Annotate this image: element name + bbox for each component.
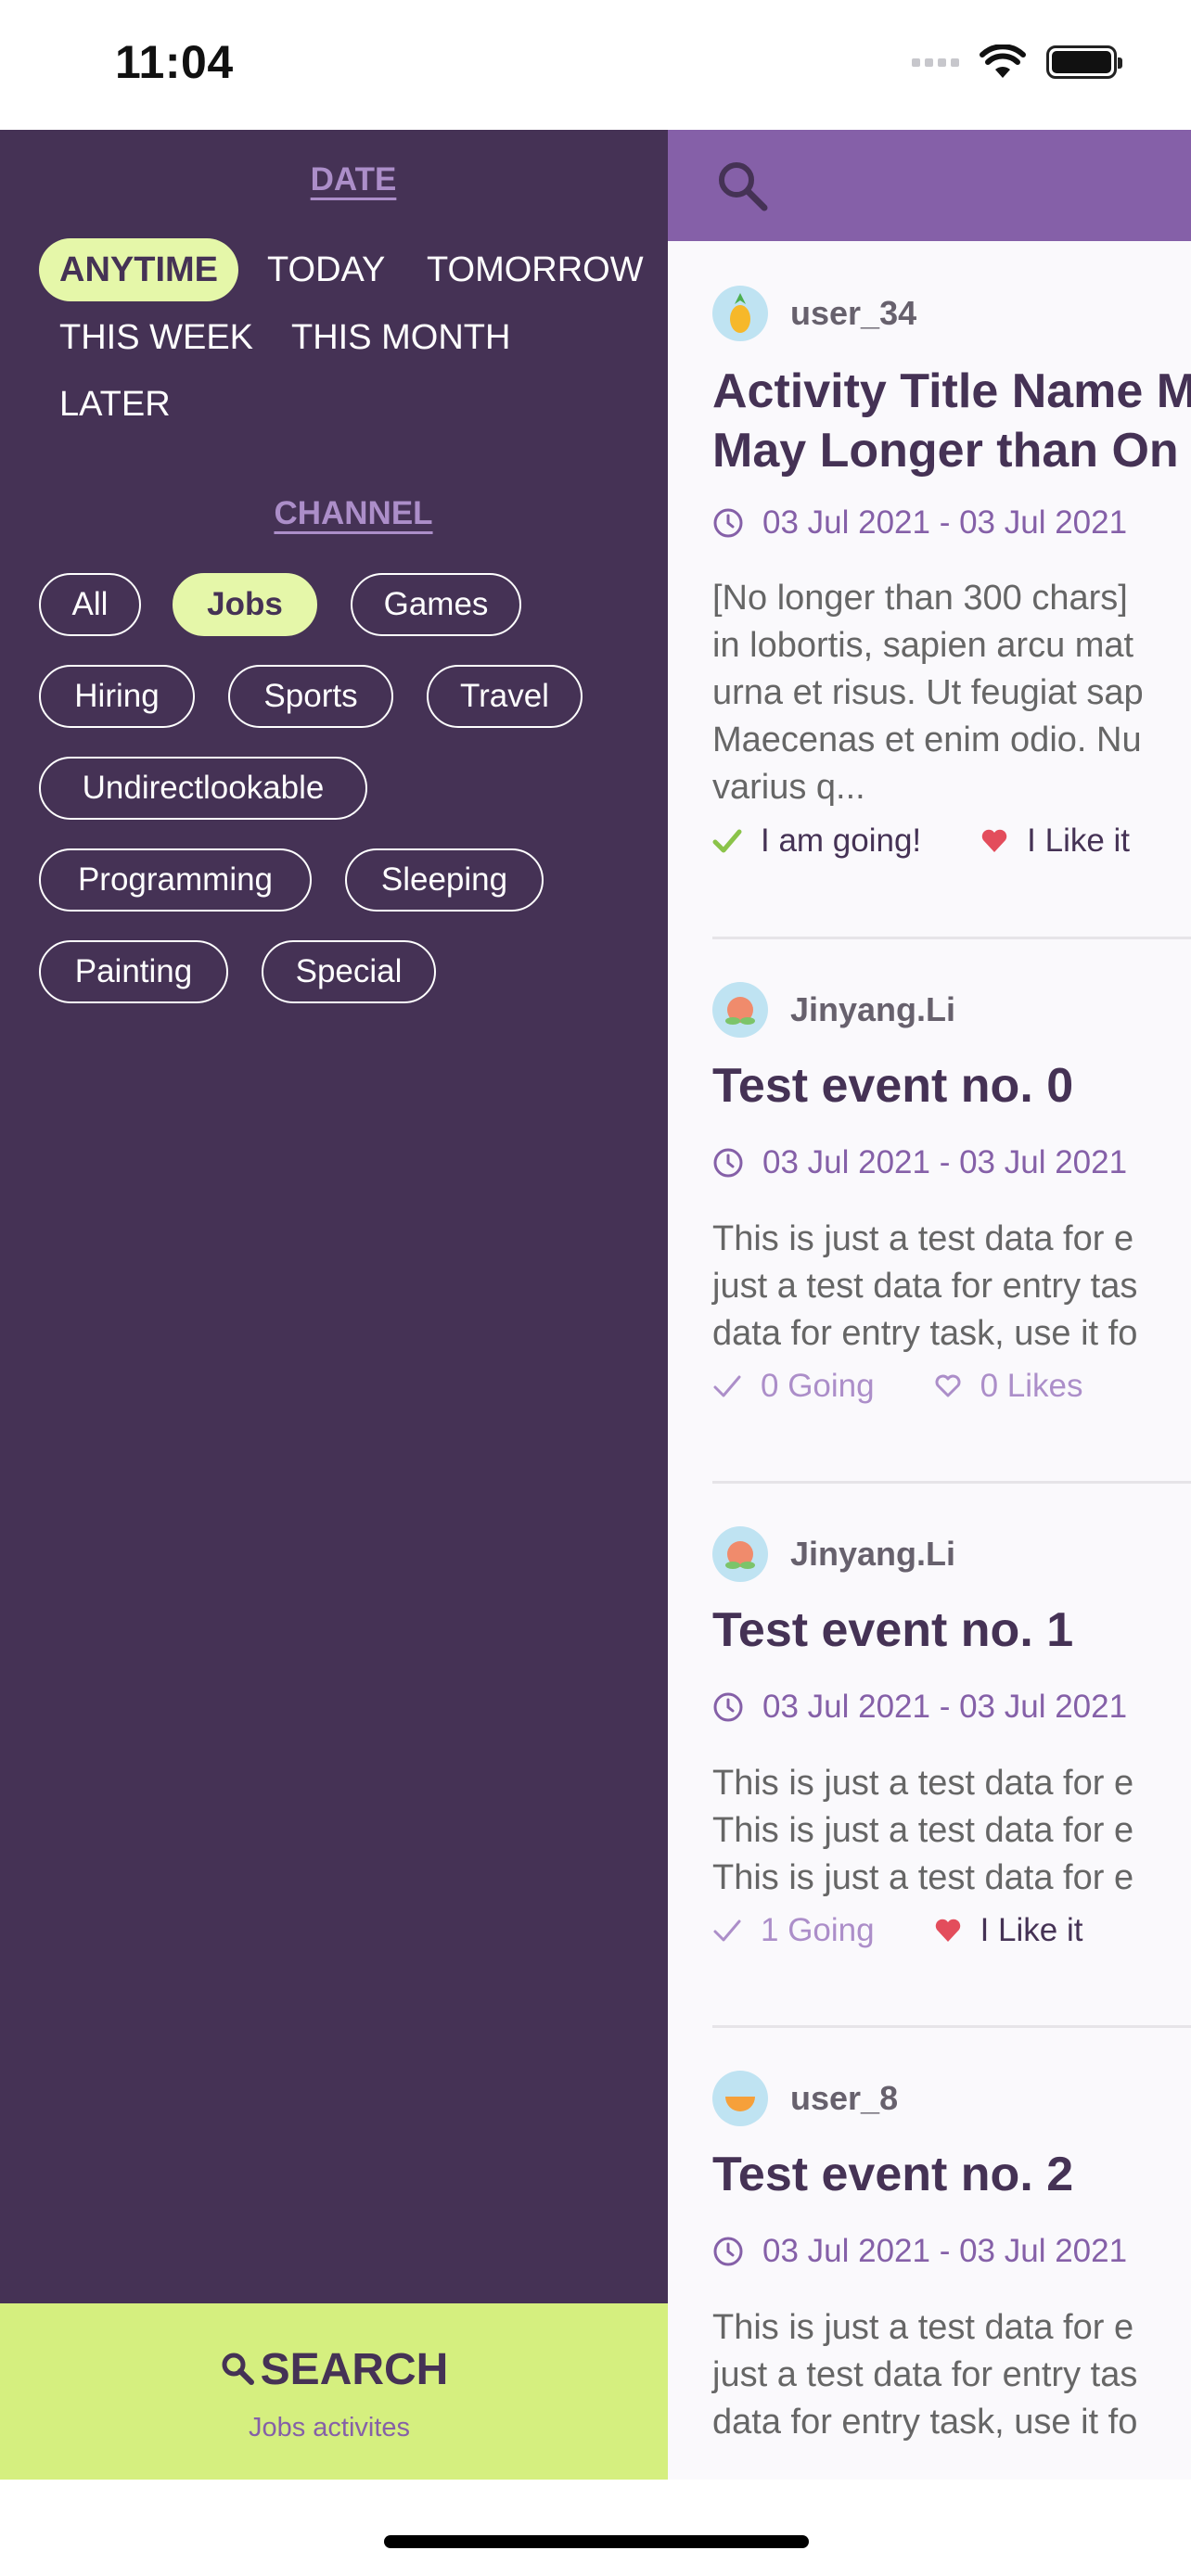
channel-chip-sleeping[interactable]: Sleeping xyxy=(345,848,544,912)
top-bar xyxy=(668,130,1191,241)
event-title-line: Activity Title Name M xyxy=(712,364,1191,418)
username: user_8 xyxy=(790,2079,899,2117)
username: Jinyang.Li xyxy=(790,990,956,1028)
cellular-signal-icon xyxy=(912,57,959,67)
check-outline-icon xyxy=(713,1375,741,1397)
event-title-line: May Longer than On xyxy=(712,424,1179,478)
date-option-today[interactable]: TODAY xyxy=(247,238,405,301)
filter-drawer: DATE ANYTIME TODAY TOMORROW THIS WEEK TH… xyxy=(0,130,668,2304)
event-actions: I am going! I Like it xyxy=(712,823,1130,860)
event-title-line: Test event no. 1 xyxy=(712,1603,1074,1657)
channel-chip-painting[interactable]: Painting xyxy=(39,940,228,1003)
event-time: 03 Jul 2021 - 03 Jul 2021 xyxy=(762,1144,1128,1180)
check-icon xyxy=(712,829,742,853)
wifi-icon xyxy=(980,45,1026,78)
date-section-title: DATE xyxy=(310,161,397,198)
date-option-anytime[interactable]: ANYTIME xyxy=(39,238,238,301)
event-description: [No longer than 300 chars] in lobortis, … xyxy=(712,579,1144,807)
melon-avatar xyxy=(712,2071,768,2126)
event-actions: 0 Going 0 Likes xyxy=(712,1368,1083,1405)
divider xyxy=(712,1481,1191,1484)
search-subtitle: Jobs activites xyxy=(248,2413,411,2442)
pineapple-avatar xyxy=(712,286,768,341)
username: Jinyang.Li xyxy=(790,1535,956,1573)
event-actions: 1 Going I Like it xyxy=(712,1912,1082,1949)
event-time-row: 03 Jul 2021 - 03 Jul 2021 xyxy=(712,1689,1127,1726)
date-option-this-week[interactable]: THIS WEEK xyxy=(39,306,274,369)
home-indicator[interactable] xyxy=(384,2535,809,2548)
username: user_34 xyxy=(790,294,917,332)
peach-avatar xyxy=(712,982,768,1038)
like-button[interactable]: I Like it xyxy=(934,1912,1082,1949)
search-button-label: SEARCH xyxy=(0,2344,668,2395)
channel-chip-programming[interactable]: Programming xyxy=(39,848,312,912)
channel-section-title: CHANNEL xyxy=(274,495,433,531)
going-button[interactable]: 0 Going xyxy=(712,1368,875,1405)
event-description: This is just a test data for e just a te… xyxy=(712,2308,1138,2442)
event-time: 03 Jul 2021 - 03 Jul 2021 xyxy=(762,504,1128,541)
heart-icon xyxy=(981,829,1007,852)
event-user: Jinyang.Li xyxy=(712,982,955,1038)
channel-chip-travel[interactable]: Travel xyxy=(427,665,583,728)
event-user: user_34 xyxy=(712,286,916,341)
channel-chip-sports[interactable]: Sports xyxy=(228,665,393,728)
search-button[interactable]: SEARCH Jobs activites xyxy=(0,2303,668,2480)
going-button[interactable]: 1 Going xyxy=(712,1912,875,1949)
clock-icon xyxy=(713,2237,743,2266)
check-outline-icon xyxy=(713,1919,741,1942)
heart-outline-icon xyxy=(935,1374,961,1397)
clock-icon xyxy=(713,1692,743,1722)
event-time-row: 03 Jul 2021 - 03 Jul 2021 xyxy=(712,2233,1127,2270)
channel-chip-undirectlookable[interactable]: Undirectlookable xyxy=(39,757,367,820)
search-icon[interactable] xyxy=(716,159,768,211)
battery-icon xyxy=(1046,45,1122,79)
event-user: user_8 xyxy=(712,2071,898,2126)
like-button[interactable]: I Like it xyxy=(980,823,1130,860)
clock-icon xyxy=(713,1148,743,1178)
date-option-later[interactable]: LATER xyxy=(39,373,191,436)
event-time: 03 Jul 2021 - 03 Jul 2021 xyxy=(762,1689,1128,1725)
status-bar: 11:04 xyxy=(0,0,1191,130)
event-list-pane: user_34 Activity Title Name M May Longer… xyxy=(668,130,1191,2480)
event-title-line: Test event no. 0 xyxy=(712,1059,1074,1113)
channel-chip-hiring[interactable]: Hiring xyxy=(39,665,195,728)
channel-chip-special[interactable]: Special xyxy=(262,940,436,1003)
channel-chip-games[interactable]: Games xyxy=(351,573,521,636)
event-title-line: Test event no. 2 xyxy=(712,2148,1074,2201)
divider xyxy=(712,2025,1191,2028)
divider xyxy=(712,937,1191,939)
channel-chip-jobs[interactable]: Jobs xyxy=(173,573,317,636)
clock-icon xyxy=(713,508,743,538)
date-option-this-month[interactable]: THIS MONTH xyxy=(271,306,531,369)
event-description: This is just a test data for e This is j… xyxy=(712,1764,1134,1897)
search-icon xyxy=(222,2353,254,2386)
status-time: 11:04 xyxy=(115,36,234,88)
event-time-row: 03 Jul 2021 - 03 Jul 2021 xyxy=(712,1144,1127,1181)
date-option-tomorrow[interactable]: TOMORROW xyxy=(406,238,664,301)
going-button[interactable]: I am going! xyxy=(712,823,921,860)
heart-icon xyxy=(935,1919,960,1942)
event-time-row: 03 Jul 2021 - 03 Jul 2021 xyxy=(712,504,1127,542)
like-button[interactable]: 0 Likes xyxy=(934,1368,1083,1405)
event-time: 03 Jul 2021 - 03 Jul 2021 xyxy=(762,2233,1128,2269)
peach-avatar xyxy=(712,1526,768,1582)
event-description: This is just a test data for e just a te… xyxy=(712,1219,1138,1353)
status-icons xyxy=(912,45,1122,80)
channel-chip-all[interactable]: All xyxy=(39,573,141,636)
event-user: Jinyang.Li xyxy=(712,1526,955,1582)
